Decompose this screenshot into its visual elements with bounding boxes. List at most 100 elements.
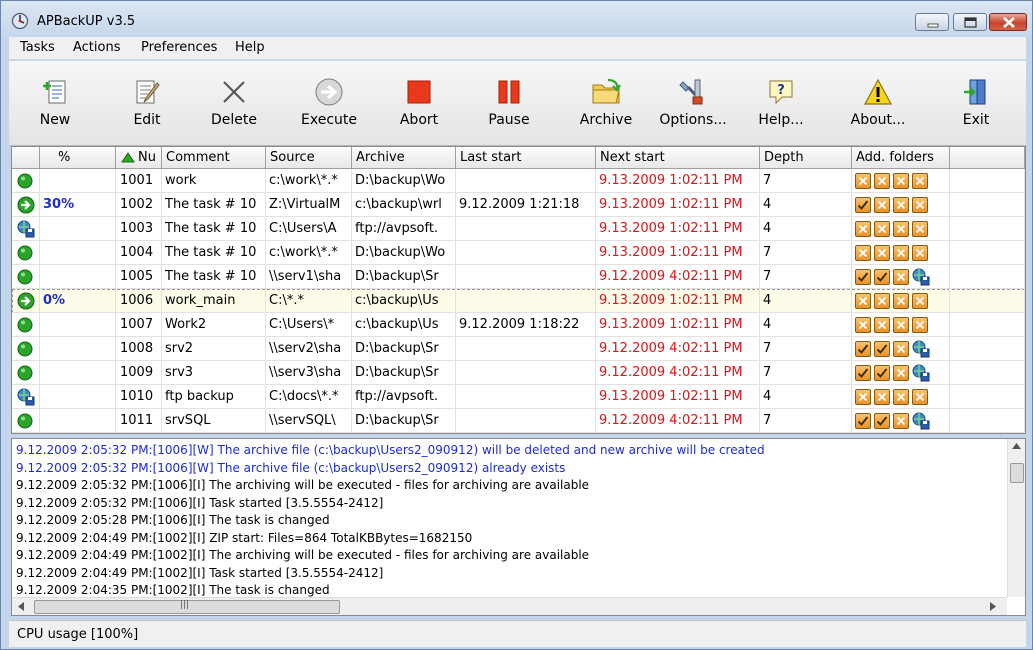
folder-included-icon[interactable] (855, 365, 871, 381)
column-header-add-folders[interactable]: Add. folders (852, 147, 950, 169)
log-vertical-scrollbar[interactable] (1007, 439, 1025, 597)
folder-excluded-icon[interactable] (893, 173, 909, 189)
folder-excluded-icon[interactable] (874, 317, 890, 333)
folder-excluded-icon[interactable] (874, 245, 890, 261)
table-row[interactable]: 1008 srv2 \\serv2\sha D:\backup\Sr 9.12.2009… (12, 337, 1025, 361)
scroll-right-arrow-icon[interactable] (990, 602, 996, 611)
scroll-up-arrow-icon[interactable] (1012, 443, 1021, 449)
cell-filler (950, 385, 1025, 409)
delete-button[interactable]: Delete (199, 71, 269, 135)
table-row[interactable]: 1011 srvSQL \\servSQL\ D:\backup\Sr 9.12.200… (12, 409, 1025, 433)
folder-excluded-icon[interactable] (912, 389, 928, 405)
abort-button[interactable]: Abort (385, 71, 453, 135)
folder-excluded-icon[interactable] (893, 317, 909, 333)
log-panel[interactable]: 9.12.2009 2:05:32 PM:[1006][W] The archi… (11, 438, 1026, 616)
folder-excluded-icon[interactable] (874, 389, 890, 405)
options-button[interactable]: Options... (655, 71, 731, 135)
folder-included-icon[interactable] (855, 269, 871, 285)
table-row[interactable]: 1009 srv3 \\serv3\sha D:\backup\Sr 9.12.2009… (12, 361, 1025, 385)
folder-included-icon[interactable] (874, 269, 890, 285)
table-row[interactable]: 30% 1002 The task # 10 Z:\VirtualM c:\backup… (12, 193, 1025, 217)
table-row[interactable]: 1005 The task # 10 \\serv1\sha D:\backup\Sr… (12, 265, 1025, 289)
folder-excluded-icon[interactable] (912, 173, 928, 189)
column-header-last-start[interactable]: Last start (456, 147, 596, 169)
folder-network-icon[interactable] (912, 412, 930, 430)
folder-excluded-icon[interactable] (912, 197, 928, 213)
folder-excluded-icon[interactable] (893, 365, 909, 381)
archive-button[interactable]: Archive (569, 71, 643, 135)
task-grid[interactable]: % Nu Comment Source Archive Last start N… (11, 146, 1026, 434)
pause-button[interactable]: Pause (475, 71, 543, 135)
menu-preferences[interactable]: Preferences (141, 40, 217, 55)
execute-button[interactable]: Execute (291, 71, 367, 135)
table-row[interactable]: 1001 work c:\work\*.* D:\backup\Wo 9.13.2009… (12, 169, 1025, 193)
folder-included-icon[interactable] (855, 197, 871, 213)
execute-label[interactable]: Execute (291, 112, 367, 128)
column-header-comment[interactable]: Comment (162, 147, 266, 169)
log-vertical-scroll-thumb[interactable] (1010, 463, 1024, 483)
new-button[interactable]: New (21, 71, 89, 135)
folder-excluded-icon[interactable] (912, 221, 928, 237)
folder-excluded-icon[interactable] (893, 245, 909, 261)
folder-included-icon[interactable] (874, 365, 890, 381)
folder-included-icon[interactable] (855, 413, 871, 429)
folder-excluded-icon[interactable] (855, 317, 871, 333)
folder-excluded-icon[interactable] (855, 245, 871, 261)
minimize-button[interactable] (915, 13, 949, 31)
folder-excluded-icon[interactable] (893, 293, 909, 309)
scroll-left-arrow-icon[interactable] (18, 602, 24, 611)
column-header-next-start[interactable]: Next start (596, 147, 760, 169)
menu-help[interactable]: Help (235, 40, 265, 55)
help-button[interactable]: ? Help... (747, 71, 815, 135)
menu-tasks[interactable]: Tasks (20, 40, 55, 55)
column-header-status[interactable] (12, 147, 40, 169)
folder-excluded-icon[interactable] (874, 221, 890, 237)
about-button[interactable]: About... (839, 71, 917, 135)
folder-excluded-icon[interactable] (874, 293, 890, 309)
folder-excluded-icon[interactable] (855, 173, 871, 189)
cell-archive: D:\backup\Wo (352, 241, 456, 265)
folder-excluded-icon[interactable] (893, 341, 909, 357)
edit-button[interactable]: Edit (113, 71, 181, 135)
folder-network-icon[interactable] (912, 268, 930, 286)
column-header-percent[interactable]: % (40, 147, 116, 169)
exit-button[interactable]: Exit (943, 71, 1009, 135)
folder-excluded-icon[interactable] (912, 245, 928, 261)
close-button[interactable] (989, 13, 1027, 31)
table-row[interactable]: 0% 1006 work_main C:\*.* c:\backup\Us 9.13.20… (12, 289, 1025, 313)
folder-excluded-icon[interactable] (893, 221, 909, 237)
cell-num: 1011 (116, 409, 162, 433)
folder-excluded-icon[interactable] (912, 317, 928, 333)
table-row[interactable]: 1004 The task # 10 c:\work\*.* D:\backup\Wo… (12, 241, 1025, 265)
column-header-source[interactable]: Source (266, 147, 352, 169)
folder-excluded-icon[interactable] (855, 293, 871, 309)
table-row[interactable]: 1010 ftp backup C:\docs\*.* ftp://avpsoft. 9… (12, 385, 1025, 409)
folder-included-icon[interactable] (874, 341, 890, 357)
column-header-number[interactable]: Nu (116, 147, 162, 169)
folder-excluded-icon[interactable] (874, 197, 890, 213)
column-header-archive[interactable]: Archive (352, 147, 456, 169)
folder-excluded-icon[interactable] (893, 269, 909, 285)
table-row[interactable]: 1007 Work2 C:\Users\* c:\backup\Us 9.12.2009… (12, 313, 1025, 337)
log-horizontal-scrollbar[interactable]: ||| (12, 597, 1007, 615)
folder-included-icon[interactable] (855, 341, 871, 357)
folder-excluded-icon[interactable] (893, 413, 909, 429)
cell-depth: 7 (760, 409, 852, 433)
log-horizontal-scroll-thumb[interactable]: ||| (34, 600, 340, 614)
folder-excluded-icon[interactable] (874, 173, 890, 189)
folder-excluded-icon[interactable] (912, 293, 928, 309)
table-row[interactable]: 1003 The task # 10 C:\Users\A ftp://avpsoft… (12, 217, 1025, 241)
folder-excluded-icon[interactable] (893, 389, 909, 405)
folder-network-icon[interactable] (912, 364, 930, 382)
status-ok-icon (17, 413, 33, 429)
folder-excluded-icon[interactable] (855, 221, 871, 237)
folder-excluded-icon[interactable] (893, 197, 909, 213)
title-bar[interactable]: APBackUP v3.5 (1, 1, 1032, 37)
status-network-icon (17, 388, 35, 406)
menu-actions[interactable]: Actions (73, 40, 121, 55)
folder-included-icon[interactable] (874, 413, 890, 429)
folder-network-icon[interactable] (912, 340, 930, 358)
maximize-button[interactable] (953, 13, 987, 31)
column-header-depth[interactable]: Depth (760, 147, 852, 169)
folder-excluded-icon[interactable] (855, 389, 871, 405)
